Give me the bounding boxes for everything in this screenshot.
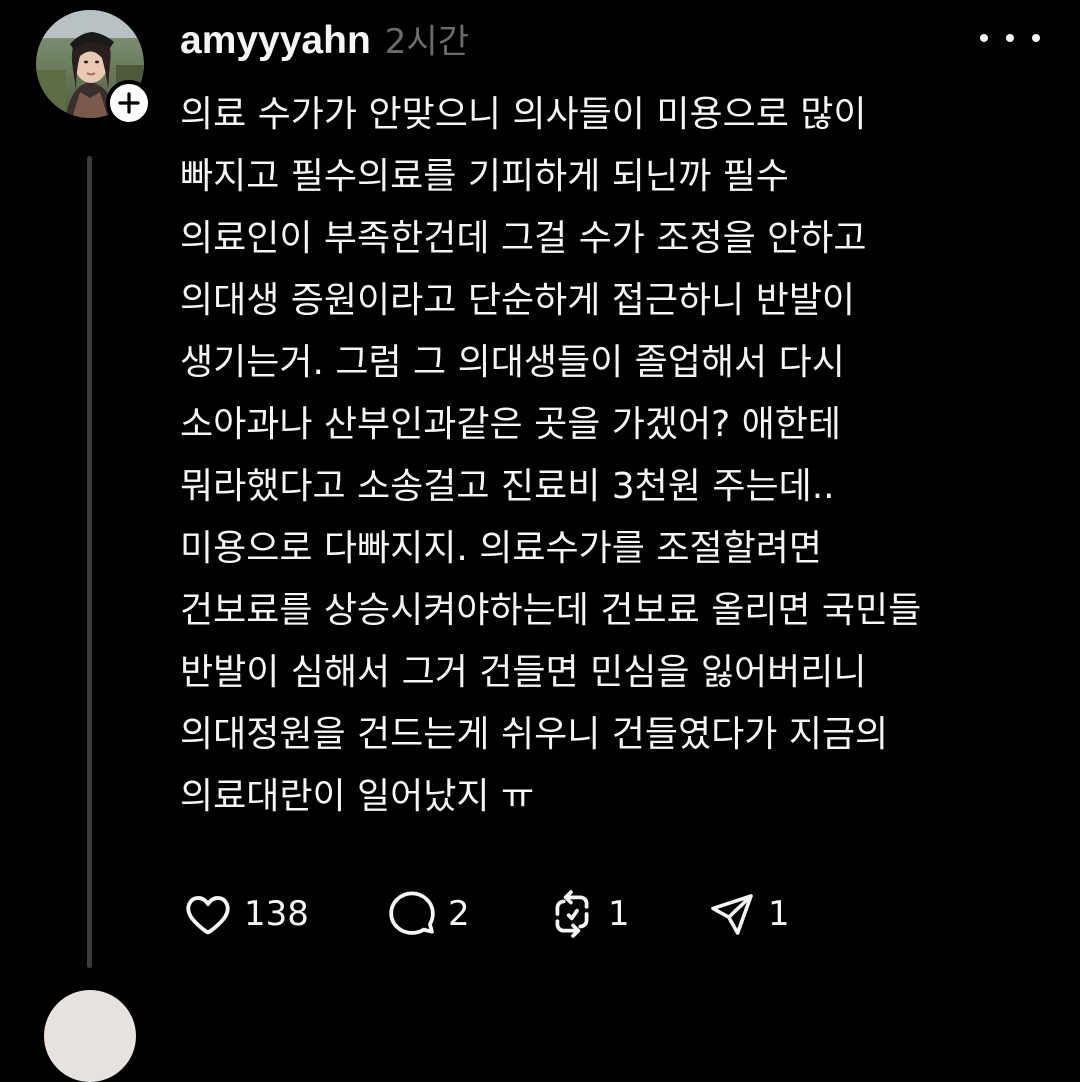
- more-horizontal-icon: [1032, 34, 1040, 42]
- repost-button[interactable]: 1: [544, 886, 630, 942]
- post-actions: 138 2 1 1: [180, 886, 860, 942]
- post-text-line: 의료대란이 일어났지 ㅠ: [180, 776, 535, 817]
- post-timestamp: 2시간: [384, 22, 469, 62]
- comment-count: 2: [448, 894, 470, 934]
- post-text-line: 의료인이 부족한건데 그걸 수가 조정을 안하고: [180, 218, 867, 259]
- post-body: 의료 수가가 안맞으니 의사들이 미용으로 많이 빠지고 필수의료를 기피하게 …: [180, 84, 1060, 828]
- post-text-line: 반발이 심해서 그거 건들면 민심을 잃어버리니: [180, 652, 867, 693]
- post-text-line: 의대정원을 건드는게 쉬우니 건들였다가 지금의: [180, 714, 889, 755]
- next-post-avatar[interactable]: [44, 990, 136, 1082]
- comment-button[interactable]: 2: [384, 886, 470, 942]
- post-text-line: 건보료를 상승시켜야하는데 건보료 올리면 국민들: [180, 590, 922, 631]
- follow-button[interactable]: [106, 80, 152, 126]
- post-text-line: 의료 수가가 안맞으니 의사들이 미용으로 많이: [180, 94, 867, 135]
- post-header: amyyyahn 2시간: [180, 14, 469, 64]
- share-button[interactable]: 1: [704, 886, 790, 942]
- more-options-button[interactable]: [980, 20, 1040, 56]
- comment-icon: [384, 886, 440, 942]
- repost-icon: [544, 886, 600, 942]
- post-text-line: 소아과나 산부인과같은 곳을 가겠어? 애한테: [180, 404, 842, 445]
- plus-icon: [118, 92, 140, 114]
- thread-post: amyyyahn 2시간 의료 수가가 안맞으니 의사들이 미용으로 많이 빠지…: [0, 0, 1080, 1082]
- send-icon: [704, 886, 760, 942]
- username-link[interactable]: amyyyahn: [180, 19, 371, 63]
- like-button[interactable]: 138: [180, 886, 309, 942]
- avatar-container[interactable]: [36, 10, 152, 126]
- heart-icon: [180, 886, 236, 942]
- like-count: 138: [244, 894, 309, 934]
- thread-line: [87, 156, 92, 968]
- post-text-line: 의대생 증원이라고 단순하게 접근하니 반발이: [180, 280, 856, 321]
- post-text-line: 뭐라했다고 소송걸고 진료비 3천원 주는데..: [180, 466, 835, 507]
- more-horizontal-icon: [980, 34, 988, 42]
- post-text-line: 빠지고 필수의료를 기피하게 되닌까 필수: [180, 156, 789, 197]
- post-text-line: 미용으로 다빠지지. 의료수가를 조절할려면: [180, 528, 822, 569]
- repost-count: 1: [608, 894, 630, 934]
- post-text-line: 생기는거. 그럼 그 의대생들이 졸업해서 다시: [180, 342, 845, 383]
- more-horizontal-icon: [1006, 34, 1014, 42]
- share-count: 1: [768, 894, 790, 934]
